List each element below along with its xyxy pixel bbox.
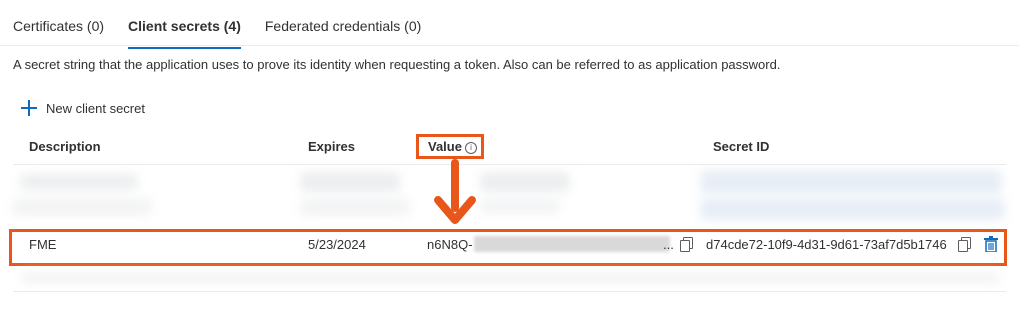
column-header-description[interactable]: Description	[29, 139, 101, 154]
down-arrow-annotation	[434, 159, 476, 224]
blurred-row-cell	[480, 198, 560, 214]
header-divider	[13, 164, 1006, 165]
column-header-expires[interactable]: Expires	[308, 139, 355, 154]
delete-icon[interactable]	[984, 236, 998, 252]
secret-value-redacted	[474, 236, 670, 252]
new-client-secret-label: New client secret	[46, 100, 145, 116]
blurred-row-cell	[700, 198, 1005, 220]
secret-expires-cell: 5/23/2024	[308, 237, 366, 252]
secret-value-ellipsis: ...	[663, 237, 674, 252]
table-bottom-divider	[13, 291, 1006, 292]
blurred-row-cell	[300, 172, 400, 192]
blurred-row-cell	[480, 172, 570, 192]
copy-secret-id-icon[interactable]	[958, 237, 971, 252]
value-header-annotation-box	[416, 134, 484, 159]
blurred-row-cell	[300, 198, 410, 216]
tabs-divider	[0, 45, 1019, 46]
credentials-tabs: Certificates (0) Client secrets (4) Fede…	[13, 13, 445, 49]
blurred-row-cell	[20, 174, 138, 190]
secret-description-cell: FME	[29, 237, 57, 252]
tab-certificates[interactable]: Certificates (0)	[13, 13, 104, 45]
copy-value-icon[interactable]	[680, 237, 693, 252]
secrets-description: A secret string that the application use…	[13, 57, 781, 72]
blurred-row-cell	[20, 272, 1000, 284]
client-secrets-panel: Certificates (0) Client secrets (4) Fede…	[0, 0, 1019, 311]
new-client-secret-button[interactable]: New client secret	[21, 100, 145, 116]
secret-value-prefix: n6N8Q-	[427, 237, 473, 252]
tab-client-secrets[interactable]: Client secrets (4)	[128, 13, 241, 49]
secret-id-cell: d74cde72-10f9-4d31-9d61-73af7d5b1746	[706, 237, 947, 252]
plus-icon	[21, 100, 37, 116]
tab-federated-credentials[interactable]: Federated credentials (0)	[265, 13, 421, 45]
column-header-secret-id[interactable]: Secret ID	[713, 139, 769, 154]
blurred-row-cell	[700, 170, 1002, 194]
blurred-row-cell	[12, 198, 152, 216]
